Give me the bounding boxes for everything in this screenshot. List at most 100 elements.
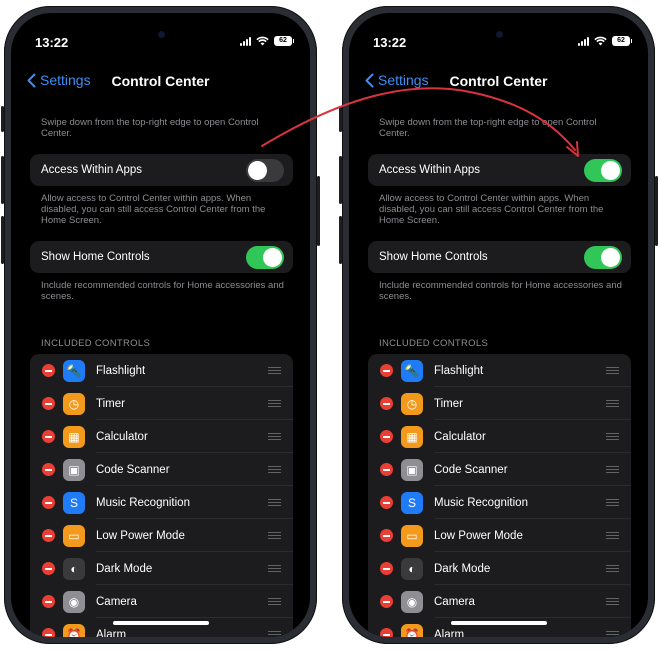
control-center-description: Swipe down from the top-right edge to op… [379, 117, 597, 139]
battery-icon: ▭ [63, 524, 85, 547]
reorder-handle-icon[interactable] [606, 367, 619, 374]
access-within-apps-footer: Allow access to Control Center within ap… [41, 193, 266, 226]
list-item: ◉ Camera [368, 585, 631, 618]
remove-control-button[interactable] [380, 595, 393, 608]
reorder-handle-icon[interactable] [606, 400, 619, 407]
control-label: Flashlight [434, 364, 484, 377]
remove-control-button[interactable] [380, 628, 393, 637]
show-home-controls-toggle[interactable] [584, 245, 622, 269]
included-controls-header: INCLUDED CONTROLS [379, 338, 489, 349]
reorder-handle-icon[interactable] [268, 598, 281, 605]
dark-mode-icon: ◐ [63, 557, 85, 580]
remove-control-button[interactable] [380, 364, 393, 377]
reorder-handle-icon[interactable] [268, 631, 281, 637]
remove-control-button[interactable] [380, 562, 393, 575]
battery-icon: 62 [274, 36, 294, 46]
list-item: ▭ Low Power Mode [368, 519, 631, 552]
calculator-icon: ▦ [401, 425, 423, 448]
included-controls-list: 🔦 Flashlight ◷ Timer ▦ Calculator ▣ Code Scanne… [368, 354, 631, 637]
remove-control-button[interactable] [42, 496, 55, 509]
volume-down-button [1, 216, 4, 264]
status-time: 13:22 [373, 35, 407, 50]
wifi-icon [256, 36, 269, 46]
control-label: Timer [434, 397, 463, 410]
remove-control-button[interactable] [42, 463, 55, 476]
power-button [317, 176, 320, 246]
control-label: Code Scanner [96, 463, 170, 476]
included-controls-header: INCLUDED CONTROLS [41, 338, 151, 349]
reorder-handle-icon[interactable] [268, 499, 281, 506]
show-home-controls-toggle[interactable] [246, 245, 284, 269]
remove-control-button[interactable] [380, 496, 393, 509]
remove-control-button[interactable] [42, 595, 55, 608]
access-within-apps-cell: Access Within Apps [30, 154, 293, 186]
show-home-controls-footer: Include recommended controls for Home ac… [41, 280, 284, 302]
reorder-handle-icon[interactable] [268, 400, 281, 407]
wifi-icon [594, 36, 607, 46]
remove-control-button[interactable] [42, 397, 55, 410]
timer-icon: ◷ [401, 392, 423, 415]
list-item: 🔦 Flashlight [368, 354, 631, 387]
battery-icon: 62 [612, 36, 632, 46]
reorder-handle-icon[interactable] [606, 532, 619, 539]
camera-icon: ◉ [401, 590, 423, 613]
flashlight-icon: 🔦 [63, 359, 85, 382]
mute-switch [1, 106, 4, 132]
reorder-handle-icon[interactable] [268, 466, 281, 473]
show-home-controls-footer: Include recommended controls for Home ac… [379, 280, 622, 302]
camera-icon: ◉ [63, 590, 85, 613]
reorder-handle-icon[interactable] [606, 499, 619, 506]
calculator-icon: ▦ [63, 425, 85, 448]
reorder-handle-icon[interactable] [606, 598, 619, 605]
qr-code-icon: ▣ [401, 458, 423, 481]
remove-control-button[interactable] [380, 529, 393, 542]
timer-icon: ◷ [63, 392, 85, 415]
remove-control-button[interactable] [42, 562, 55, 575]
control-label: Calculator [434, 430, 486, 443]
shazam-icon: S [63, 491, 85, 514]
control-label: Alarm [96, 628, 127, 638]
list-item: ◐ Dark Mode [368, 552, 631, 585]
reorder-handle-icon[interactable] [606, 466, 619, 473]
remove-control-button[interactable] [42, 529, 55, 542]
list-item: ▣ Code Scanner [368, 453, 631, 486]
cellular-signal-icon [578, 36, 589, 46]
screen: 13:22 62 Settings Control Center Swipe d… [11, 13, 310, 637]
remove-control-button[interactable] [42, 430, 55, 443]
home-indicator[interactable] [450, 621, 547, 625]
remove-control-button[interactable] [42, 628, 55, 637]
page-title: Control Center [449, 73, 548, 89]
reorder-handle-icon[interactable] [268, 367, 281, 374]
list-item: ◷ Timer [30, 387, 293, 420]
power-button [655, 176, 658, 246]
control-label: Calculator [96, 430, 148, 443]
access-within-apps-cell: Access Within Apps [368, 154, 631, 186]
remove-control-button[interactable] [42, 364, 55, 377]
access-within-apps-toggle[interactable] [584, 158, 622, 182]
control-label: Camera [96, 595, 137, 608]
list-item: ▦ Calculator [30, 420, 293, 453]
reorder-handle-icon[interactable] [268, 565, 281, 572]
flashlight-icon: 🔦 [401, 359, 423, 382]
home-indicator[interactable] [112, 621, 209, 625]
screen: 13:22 62 Settings Control Center Swipe d… [349, 13, 648, 637]
reorder-handle-icon[interactable] [268, 532, 281, 539]
alarm-icon: ⏰ [401, 623, 423, 637]
reorder-handle-icon[interactable] [606, 433, 619, 440]
reorder-handle-icon[interactable] [606, 631, 619, 637]
dark-mode-icon: ◐ [401, 557, 423, 580]
list-item: ▦ Calculator [368, 420, 631, 453]
access-within-apps-label: Access Within Apps [41, 164, 142, 176]
remove-control-button[interactable] [380, 430, 393, 443]
access-within-apps-toggle[interactable] [246, 158, 284, 182]
control-label: Music Recognition [96, 496, 190, 509]
reorder-handle-icon[interactable] [606, 565, 619, 572]
access-within-apps-footer: Allow access to Control Center within ap… [379, 193, 604, 226]
reorder-handle-icon[interactable] [268, 433, 281, 440]
status-time: 13:22 [35, 35, 69, 50]
remove-control-button[interactable] [380, 397, 393, 410]
list-item: ▣ Code Scanner [30, 453, 293, 486]
remove-control-button[interactable] [380, 463, 393, 476]
show-home-controls-cell: Show Home Controls [30, 241, 293, 273]
list-item: ◐ Dark Mode [30, 552, 293, 585]
